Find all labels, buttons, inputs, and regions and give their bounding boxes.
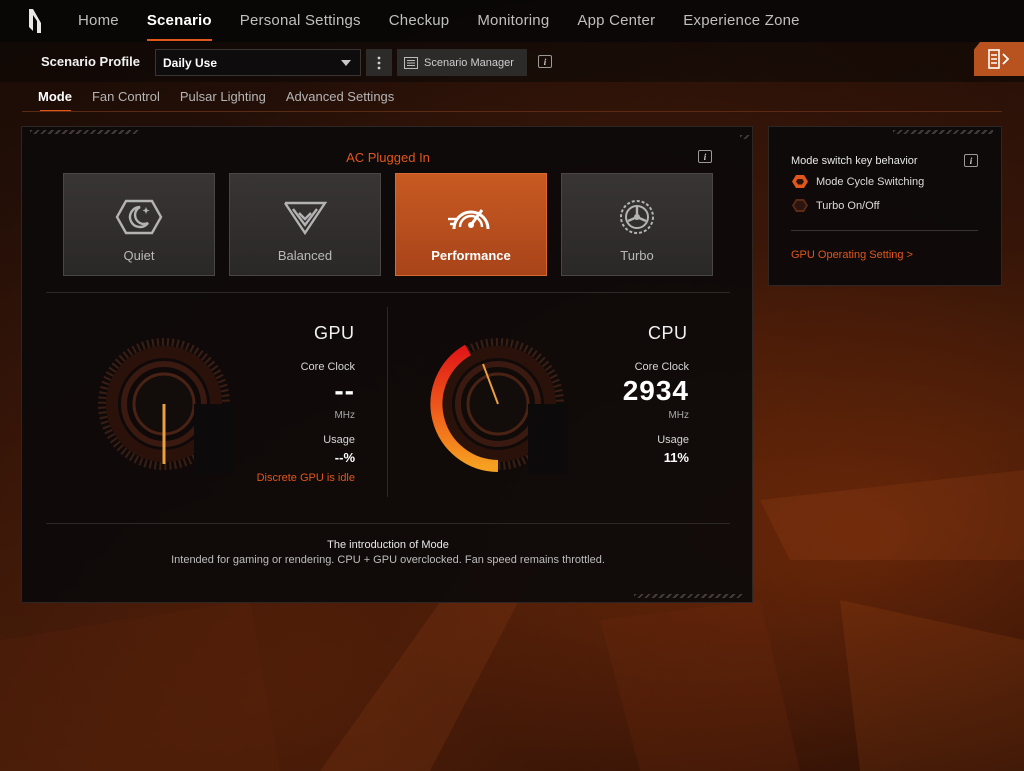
cpu-core-clock-label: Core Clock [634, 361, 689, 373]
list-icon [404, 56, 418, 69]
nav-home[interactable]: Home [64, 0, 133, 42]
nav-personal-settings[interactable]: Personal Settings [226, 0, 375, 42]
cpu-clock-unit: MHz [668, 410, 689, 421]
cpu-core-clock-value: 2934 [622, 375, 689, 406]
scenario-profile-value: Daily Use [163, 55, 218, 70]
info-icon[interactable]: i [538, 55, 552, 68]
option-label: Mode Cycle Switching [816, 175, 925, 188]
cpu-usage-value: 11% [663, 450, 689, 465]
nav-app-center[interactable]: App Center [563, 0, 669, 42]
gpu-clock-unit: MHz [334, 410, 355, 421]
radio-selected-icon [792, 175, 808, 188]
divider [387, 307, 388, 497]
mode-card-performance[interactable]: Performance [395, 173, 547, 276]
mode-switch-title: Mode switch key behavior [791, 155, 918, 167]
tab-advanced-settings[interactable]: Advanced Settings [276, 82, 404, 112]
scenario-manager-button[interactable]: Scenario Manager [397, 49, 527, 76]
speedometer-icon [446, 196, 496, 238]
side-panel-toggle-button[interactable] [974, 42, 1024, 76]
subtab-divider [22, 111, 1002, 112]
corner-decoration [634, 594, 744, 598]
collapse-panel-icon [988, 49, 1010, 69]
mode-intro-description: Intended for gaming or rendering. CPU + … [171, 554, 605, 566]
option-turbo-on-off[interactable]: Turbo On/Off [792, 199, 880, 212]
tab-fan-control[interactable]: Fan Control [82, 82, 170, 112]
dropdown-caret-icon [341, 60, 351, 66]
corner-decoration [740, 135, 750, 139]
mode-label-quiet: Quiet [123, 248, 155, 263]
mode-label-balanced: Balanced [277, 248, 333, 263]
corner-decoration [30, 130, 140, 134]
nav-monitoring[interactable]: Monitoring [463, 0, 563, 42]
mode-switch-info-icon[interactable]: i [964, 154, 978, 167]
power-state-label: AC Plugged In [346, 150, 430, 165]
gpu-core-clock-label: Core Clock [300, 361, 355, 373]
divider [791, 230, 978, 231]
mode-card-balanced[interactable]: Balanced [229, 173, 381, 276]
gpu-status-label: Discrete GPU is idle [256, 472, 355, 484]
option-mode-cycle-switching[interactable]: Mode Cycle Switching [792, 175, 924, 188]
option-label: Turbo On/Off [816, 199, 880, 212]
nav-scenario[interactable]: Scenario [133, 0, 226, 42]
mode-info-icon[interactable]: i [698, 150, 712, 163]
cpu-title: CPU [648, 323, 688, 343]
divider [46, 292, 730, 293]
more-options-button[interactable] [366, 49, 392, 76]
mode-intro-title: The introduction of Mode [327, 539, 449, 551]
mode-panel: AC Plugged In i Quiet Balanced Performan… [21, 126, 753, 603]
divider [46, 523, 730, 524]
gpu-usage-value: --% [334, 450, 355, 465]
gpu-operating-setting-link[interactable]: GPU Operating Setting > [791, 249, 913, 261]
moon-icon [114, 196, 164, 238]
scenario-profile-select[interactable]: Daily Use [155, 49, 361, 76]
top-nav: Home Scenario Personal Settings Checkup … [0, 0, 1024, 42]
mode-subtabs: Mode Fan Control Pulsar Lighting Advance… [28, 82, 404, 112]
mode-label-performance: Performance [431, 248, 511, 263]
mode-card-turbo[interactable]: Turbo [561, 173, 713, 276]
mode-switch-panel: Mode switch key behavior i Mode Cycle Sw… [768, 126, 1002, 286]
more-vertical-icon [377, 56, 381, 69]
scenario-manager-label: Scenario Manager [424, 56, 514, 69]
radio-unselected-icon [792, 199, 808, 212]
mode-label-turbo: Turbo [620, 248, 654, 263]
turbo-fan-icon [612, 196, 662, 238]
gpu-gauge [94, 334, 234, 474]
gpu-usage-label: Usage [323, 434, 355, 446]
predator-logo-icon[interactable] [20, 6, 50, 36]
nav-checkup[interactable]: Checkup [375, 0, 464, 42]
gpu-core-clock-value: -- [334, 375, 355, 406]
tab-mode[interactable]: Mode [28, 82, 82, 112]
cpu-gauge [428, 334, 568, 474]
gpu-title: GPU [314, 323, 355, 343]
mode-card-quiet[interactable]: Quiet [63, 173, 215, 276]
chevron-shield-icon [280, 196, 330, 238]
profile-bar: Scenario Profile Daily Use Scenario Mana… [0, 42, 1024, 82]
nav-experience-zone[interactable]: Experience Zone [669, 0, 813, 42]
cpu-usage-label: Usage [657, 434, 689, 446]
scenario-profile-label: Scenario Profile [41, 54, 140, 69]
tab-pulsar-lighting[interactable]: Pulsar Lighting [170, 82, 276, 112]
corner-decoration [893, 130, 993, 134]
